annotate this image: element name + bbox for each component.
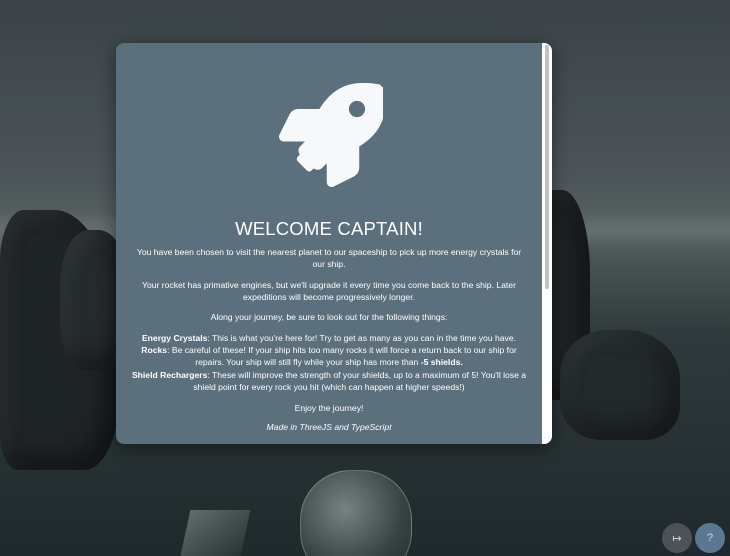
engines-text: Your rocket has primative engines, but w… bbox=[142, 280, 516, 303]
welcome-modal: WELCOME CAPTAIN! You have been chosen to… bbox=[116, 43, 552, 444]
enjoy-text: Enjoy the journey! bbox=[294, 403, 364, 413]
rocket-icon bbox=[279, 83, 383, 187]
scrollbar-thumb[interactable] bbox=[545, 45, 549, 289]
energy-crystal bbox=[300, 470, 412, 556]
intro-text: You have been chosen to visit the neares… bbox=[136, 247, 522, 270]
item-text: : This is what you're here for! Try to g… bbox=[207, 333, 517, 343]
modal-content: WELCOME CAPTAIN! You have been chosen to… bbox=[116, 43, 542, 444]
list-item-shield-rechargers: Shield Rechargers: These will improve th… bbox=[130, 369, 528, 393]
exit-arrow-icon: ↦ bbox=[672, 532, 682, 545]
modal-scrollbar[interactable] bbox=[542, 43, 552, 444]
lookout-text: Along your journey, be sure to look out … bbox=[210, 312, 448, 322]
credits-text: Made in ThreeJS and TypeScript bbox=[266, 422, 392, 432]
list-item-rocks: Rocks: Be careful of these! If your ship… bbox=[130, 344, 528, 368]
help-button[interactable]: ? bbox=[695, 523, 725, 553]
modal-title: WELCOME CAPTAIN! bbox=[235, 218, 423, 239]
item-name: Rocks bbox=[141, 345, 168, 356]
item-name: Energy Crystals bbox=[141, 333, 208, 343]
list-item-energy-crystals: Energy Crystals: This is what you're her… bbox=[130, 332, 528, 344]
item-text: : Be careful of these! If your ship hits… bbox=[167, 345, 517, 368]
help-icon: ? bbox=[706, 532, 714, 544]
item-name: Shield Rechargers bbox=[131, 369, 208, 380]
item-emphasis: -5 shields. bbox=[420, 357, 463, 368]
crystal-shard bbox=[179, 510, 251, 556]
item-text: : These will improve the strength of you… bbox=[193, 369, 527, 392]
hazards-list: Energy Crystals: This is what you're her… bbox=[130, 332, 528, 393]
exit-button[interactable]: ↦ bbox=[662, 523, 692, 553]
rock-right-low bbox=[560, 330, 680, 440]
